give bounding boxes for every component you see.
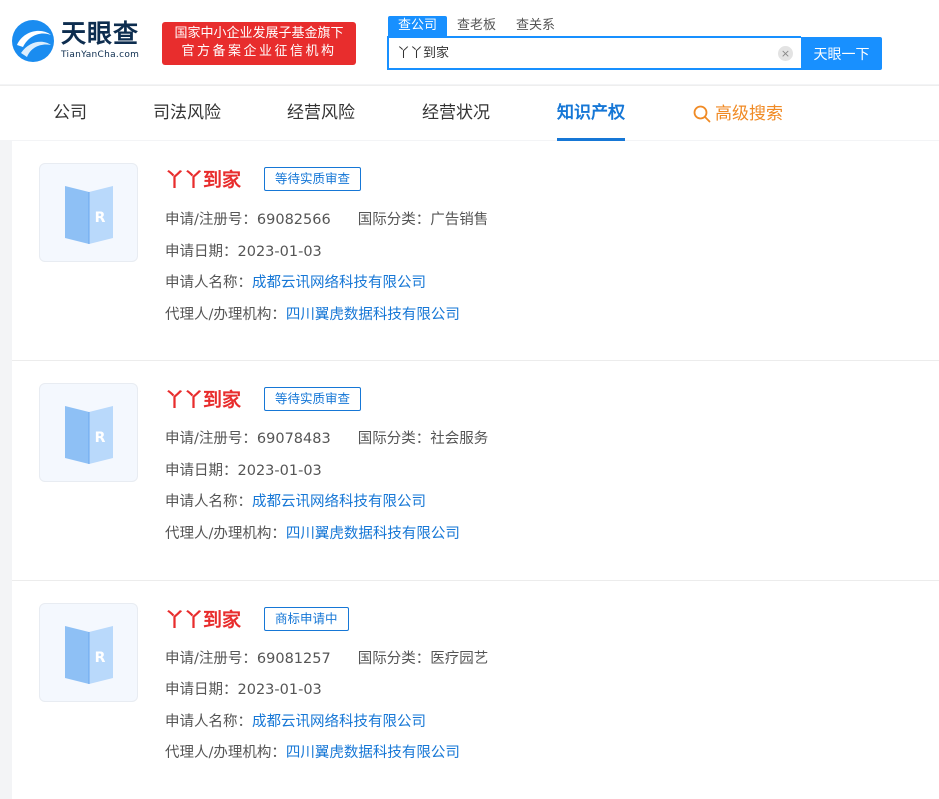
agent-link[interactable]: 四川翼虎数据科技有限公司 (286, 307, 460, 323)
clear-icon[interactable]: × (778, 46, 793, 61)
reg-no-label: 申请/注册号： (165, 651, 257, 667)
applicant-label: 申请人名称： (165, 494, 252, 510)
reg-no-value: 69082566 (256, 212, 331, 228)
trademark-card: R 丫丫到家 等待实质审查 申请/注册号：69078483 国际分类：社会服务 申… (12, 361, 939, 581)
applicant-row: 申请人名称：成都云讯网络科技有限公司 (165, 712, 426, 732)
site-logo[interactable]: 天眼查 TianYanCha.com (11, 19, 139, 63)
intl-class-label: 国际分类： (357, 651, 431, 667)
intl-class-label: 国际分类： (357, 431, 431, 447)
search-box: × (387, 36, 801, 70)
date-row: 申请日期：2023-01-03 (165, 461, 322, 481)
logo-texts: 天眼查 TianYanCha.com (61, 19, 139, 61)
apply-date-label: 申请日期： (165, 244, 238, 260)
search-tabs: 查公司 查老板 查关系 (388, 16, 565, 36)
agent-label: 代理人/办理机构： (165, 745, 286, 761)
date-row: 申请日期：2023-01-03 (165, 242, 322, 262)
svg-text:R: R (94, 650, 105, 666)
tab-company[interactable]: 公司 (53, 86, 87, 141)
reg-no-value: 69081257 (256, 651, 331, 667)
search-tab-company[interactable]: 查公司 (388, 16, 448, 36)
trademark-card: R 丫丫到家 商标申请中 申请/注册号：69081257 国际分类：医疗园艺 申请… (12, 581, 939, 799)
trademark-book-icon: R (64, 405, 113, 464)
trademark-name[interactable]: 丫丫到家 (165, 388, 241, 412)
reg-row: 申请/注册号：69078483 国际分类：社会服务 (165, 429, 488, 449)
search-tab-relation[interactable]: 查关系 (506, 16, 565, 36)
tab-intellectual-property[interactable]: 知识产权 (557, 86, 625, 141)
agent-row: 代理人/办理机构：四川翼虎数据科技有限公司 (165, 524, 460, 544)
trademark-thumbnail[interactable]: R (39, 163, 138, 262)
agent-link[interactable]: 四川翼虎数据科技有限公司 (286, 745, 460, 761)
tab-judicial-risk[interactable]: 司法风险 (153, 86, 221, 141)
trademark-list: R 丫丫到家 等待实质审查 申请/注册号：69082566 国际分类：广告销售 申… (12, 141, 939, 799)
applicant-label: 申请人名称： (165, 714, 252, 730)
intl-class-label: 国际分类： (357, 212, 431, 228)
svg-text:R: R (94, 210, 105, 226)
reg-row: 申请/注册号：69082566 国际分类：广告销售 (165, 210, 488, 230)
top-header: 天眼查 TianYanCha.com 国家中小企业发展子基金旗下 官方备案企业征… (0, 0, 939, 84)
trademark-card: R 丫丫到家 等待实质审查 申请/注册号：69082566 国际分类：广告销售 申… (12, 141, 939, 361)
applicant-link[interactable]: 成都云讯网络科技有限公司 (252, 275, 426, 291)
search-button[interactable]: 天眼一下 (801, 37, 882, 70)
apply-date-value: 2023-01-03 (237, 463, 322, 479)
agent-label: 代理人/办理机构： (165, 526, 286, 542)
trademark-name[interactable]: 丫丫到家 (165, 168, 241, 192)
trademark-book-icon: R (64, 625, 113, 684)
apply-date-label: 申请日期： (165, 463, 238, 479)
applicant-label: 申请人名称： (165, 275, 252, 291)
agent-row: 代理人/办理机构：四川翼虎数据科技有限公司 (165, 743, 460, 763)
logo-domain: TianYanCha.com (61, 50, 140, 60)
reg-no-label: 申请/注册号： (165, 431, 257, 447)
apply-date-value: 2023-01-03 (237, 682, 322, 698)
tab-operating-risk[interactable]: 经营风险 (287, 86, 355, 141)
status-badge: 等待实质审查 (264, 167, 362, 191)
apply-date-label: 申请日期： (165, 682, 238, 698)
svg-text:R: R (94, 430, 105, 446)
search-input[interactable] (397, 44, 767, 59)
category-nav: 公司 司法风险 经营风险 经营状况 知识产权 高级搜索 (0, 85, 939, 141)
slogan-badge: 国家中小企业发展子基金旗下 官方备案企业征信机构 (162, 22, 356, 65)
intl-class-value: 社会服务 (430, 431, 489, 447)
trademark-thumbnail[interactable]: R (39, 383, 138, 482)
status-badge: 商标申请中 (264, 607, 349, 631)
trademark-thumbnail[interactable]: R (39, 603, 138, 702)
slogan-line-1: 国家中小企业发展子基金旗下 (174, 26, 344, 41)
reg-no-label: 申请/注册号： (165, 212, 257, 228)
applicant-link[interactable]: 成都云讯网络科技有限公司 (252, 494, 426, 510)
tianyancha-logo-icon (12, 20, 54, 62)
status-badge: 等待实质审查 (264, 387, 362, 411)
trademark-name[interactable]: 丫丫到家 (165, 608, 241, 632)
agent-row: 代理人/办理机构：四川翼虎数据科技有限公司 (165, 305, 460, 325)
search-icon (693, 105, 711, 122)
intl-class-value: 医疗园艺 (430, 651, 489, 667)
intl-class-value: 广告销售 (430, 212, 489, 228)
tab-advanced-search[interactable]: 高级搜索 (693, 86, 783, 141)
agent-label: 代理人/办理机构： (165, 307, 286, 323)
agent-link[interactable]: 四川翼虎数据科技有限公司 (286, 526, 460, 542)
reg-no-value: 69078483 (256, 431, 331, 447)
tab-operating-status[interactable]: 经营状况 (422, 86, 490, 141)
trademark-book-icon: R (64, 185, 113, 244)
apply-date-value: 2023-01-03 (237, 244, 322, 260)
logo-title: 天眼查 (61, 19, 140, 48)
applicant-link[interactable]: 成都云讯网络科技有限公司 (252, 714, 426, 730)
advanced-search-label: 高级搜索 (715, 103, 783, 124)
slogan-line-2: 官方备案企业征信机构 (181, 44, 337, 59)
search-tab-boss[interactable]: 查老板 (447, 16, 506, 36)
date-row: 申请日期：2023-01-03 (165, 680, 322, 700)
reg-row: 申请/注册号：69081257 国际分类：医疗园艺 (165, 649, 488, 669)
applicant-row: 申请人名称：成都云讯网络科技有限公司 (165, 492, 426, 512)
applicant-row: 申请人名称：成都云讯网络科技有限公司 (165, 273, 426, 293)
